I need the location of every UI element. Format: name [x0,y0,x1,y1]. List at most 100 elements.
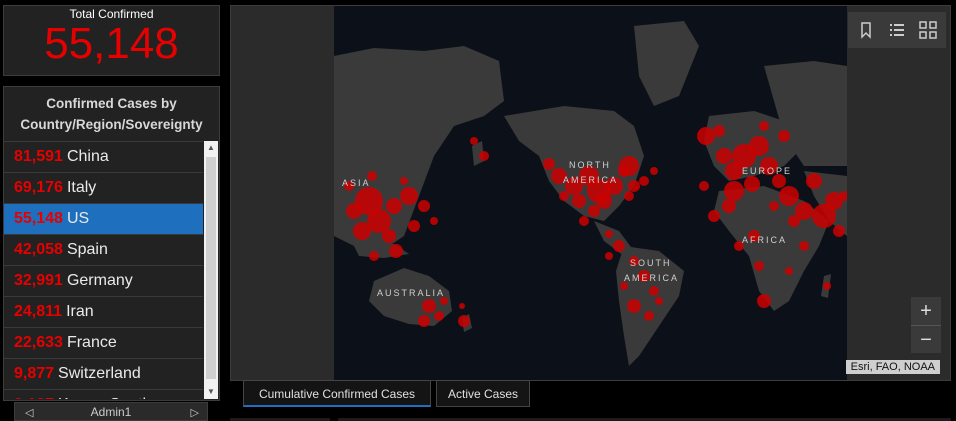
case-marker[interactable] [699,181,709,191]
list-item-name: Korea, South [58,396,151,399]
case-marker[interactable] [697,127,715,145]
zoom-out-button[interactable]: − [911,325,941,353]
list-item-name: France [66,334,117,351]
case-marker[interactable] [823,282,831,290]
case-marker[interactable] [605,252,613,260]
admin-pager: ◁ Admin1 ▷ [14,402,208,421]
case-marker[interactable] [754,261,764,271]
country-list[interactable]: 81,591 China 69,176 Italy 55,148 US 42,058 Spai… [4,141,203,399]
list-icon[interactable] [887,20,907,40]
case-marker[interactable] [418,200,430,212]
scroll-thumb[interactable] [206,157,216,379]
list-item[interactable]: 9,877 Switzerland [4,358,203,389]
case-marker[interactable] [627,299,641,313]
total-confirmed-panel: Total Confirmed 55,148 [3,5,220,76]
case-marker[interactable] [408,220,420,232]
case-marker[interactable] [440,297,448,305]
case-marker[interactable] [430,217,438,225]
list-item-count: 69,176 [14,179,63,196]
case-marker[interactable] [382,229,396,243]
list-item[interactable]: 24,811 Iran [4,296,203,327]
case-marker[interactable] [470,137,478,145]
list-header-line1: Confirmed Cases by [46,96,177,111]
case-marker[interactable] [744,176,760,192]
case-marker[interactable] [708,210,720,222]
case-marker[interactable] [788,215,800,227]
label-north-america-2: AMERICA [563,175,619,185]
case-marker[interactable] [479,151,489,161]
case-marker[interactable] [757,294,771,308]
case-marker[interactable] [779,186,799,206]
case-marker[interactable] [639,176,649,186]
label-africa: AFRICA [742,235,788,245]
scroll-down-icon[interactable]: ▼ [204,385,218,399]
case-marker[interactable] [772,174,786,188]
case-marker[interactable] [458,315,470,327]
case-marker[interactable] [806,173,822,189]
list-item-name: Italy [66,179,97,196]
list-item-name: US [66,210,90,227]
list-item-count: 9,877 [14,365,55,382]
world-map[interactable]: ASIA NORTH AMERICA EUROPE AFRICA SOUTH A… [334,6,849,380]
case-marker[interactable] [434,311,444,321]
case-marker[interactable] [624,191,634,201]
list-item-count: 81,591 [14,148,63,165]
basemap-gallery-icon[interactable] [918,20,938,40]
list-item[interactable]: 32,991 Germany [4,265,203,296]
case-marker[interactable] [655,297,663,305]
case-marker[interactable] [722,199,736,213]
country-list-panel: Confirmed Cases by Country/Region/Sovere… [3,86,220,401]
zoom-control: + − [911,297,941,353]
case-marker[interactable] [543,158,555,170]
case-marker[interactable] [596,193,612,209]
list-item-name: Germany [66,272,133,289]
list-scrollbar[interactable]: ▲ ▼ [204,141,218,399]
case-marker[interactable] [400,177,408,185]
tab-cumulative-confirmed-cases[interactable]: Cumulative Confirmed Cases [243,380,431,407]
case-marker[interactable] [628,180,640,192]
case-marker[interactable] [724,181,744,201]
case-marker[interactable] [778,130,790,142]
case-marker[interactable] [799,241,809,251]
list-item[interactable]: 55,148 US [4,203,203,234]
case-marker[interactable] [400,187,418,205]
case-marker[interactable] [422,299,436,313]
list-item-name: Spain [66,241,108,258]
case-marker[interactable] [418,315,430,327]
case-marker[interactable] [650,167,658,175]
list-item[interactable]: 81,591 China [4,141,203,172]
case-marker[interactable] [620,282,628,290]
case-marker[interactable] [749,136,769,156]
case-marker[interactable] [833,225,845,237]
case-marker[interactable] [613,240,625,252]
list-item[interactable]: 42,058 Spain [4,234,203,265]
case-marker[interactable] [713,125,725,137]
case-marker[interactable] [649,286,659,296]
chevron-right-icon[interactable]: ▷ [191,406,199,419]
case-marker[interactable] [559,191,569,201]
bookmark-icon[interactable] [856,20,876,40]
case-marker[interactable] [588,205,600,217]
case-marker[interactable] [389,244,403,258]
case-marker[interactable] [579,216,589,226]
list-item[interactable]: 22,633 France [4,327,203,358]
case-marker[interactable] [346,203,362,219]
case-marker[interactable] [759,121,769,131]
case-marker[interactable] [716,148,732,164]
zoom-in-button[interactable]: + [911,297,941,325]
case-marker[interactable] [459,303,465,309]
case-marker[interactable] [353,222,371,240]
list-item[interactable]: 69,176 Italy [4,172,203,203]
case-marker[interactable] [619,156,639,176]
case-marker[interactable] [769,201,779,211]
scroll-up-icon[interactable]: ▲ [204,141,218,155]
tab-active-cases[interactable]: Active Cases [436,380,530,407]
list-item[interactable]: 9,137 Korea, South [4,389,203,399]
case-marker[interactable] [605,230,613,238]
map-panel: ASIA NORTH AMERICA EUROPE AFRICA SOUTH A… [230,5,951,381]
case-marker[interactable] [644,311,654,321]
case-marker[interactable] [785,267,793,275]
case-marker[interactable] [572,194,586,208]
case-marker[interactable] [386,198,402,214]
case-marker[interactable] [369,251,379,261]
